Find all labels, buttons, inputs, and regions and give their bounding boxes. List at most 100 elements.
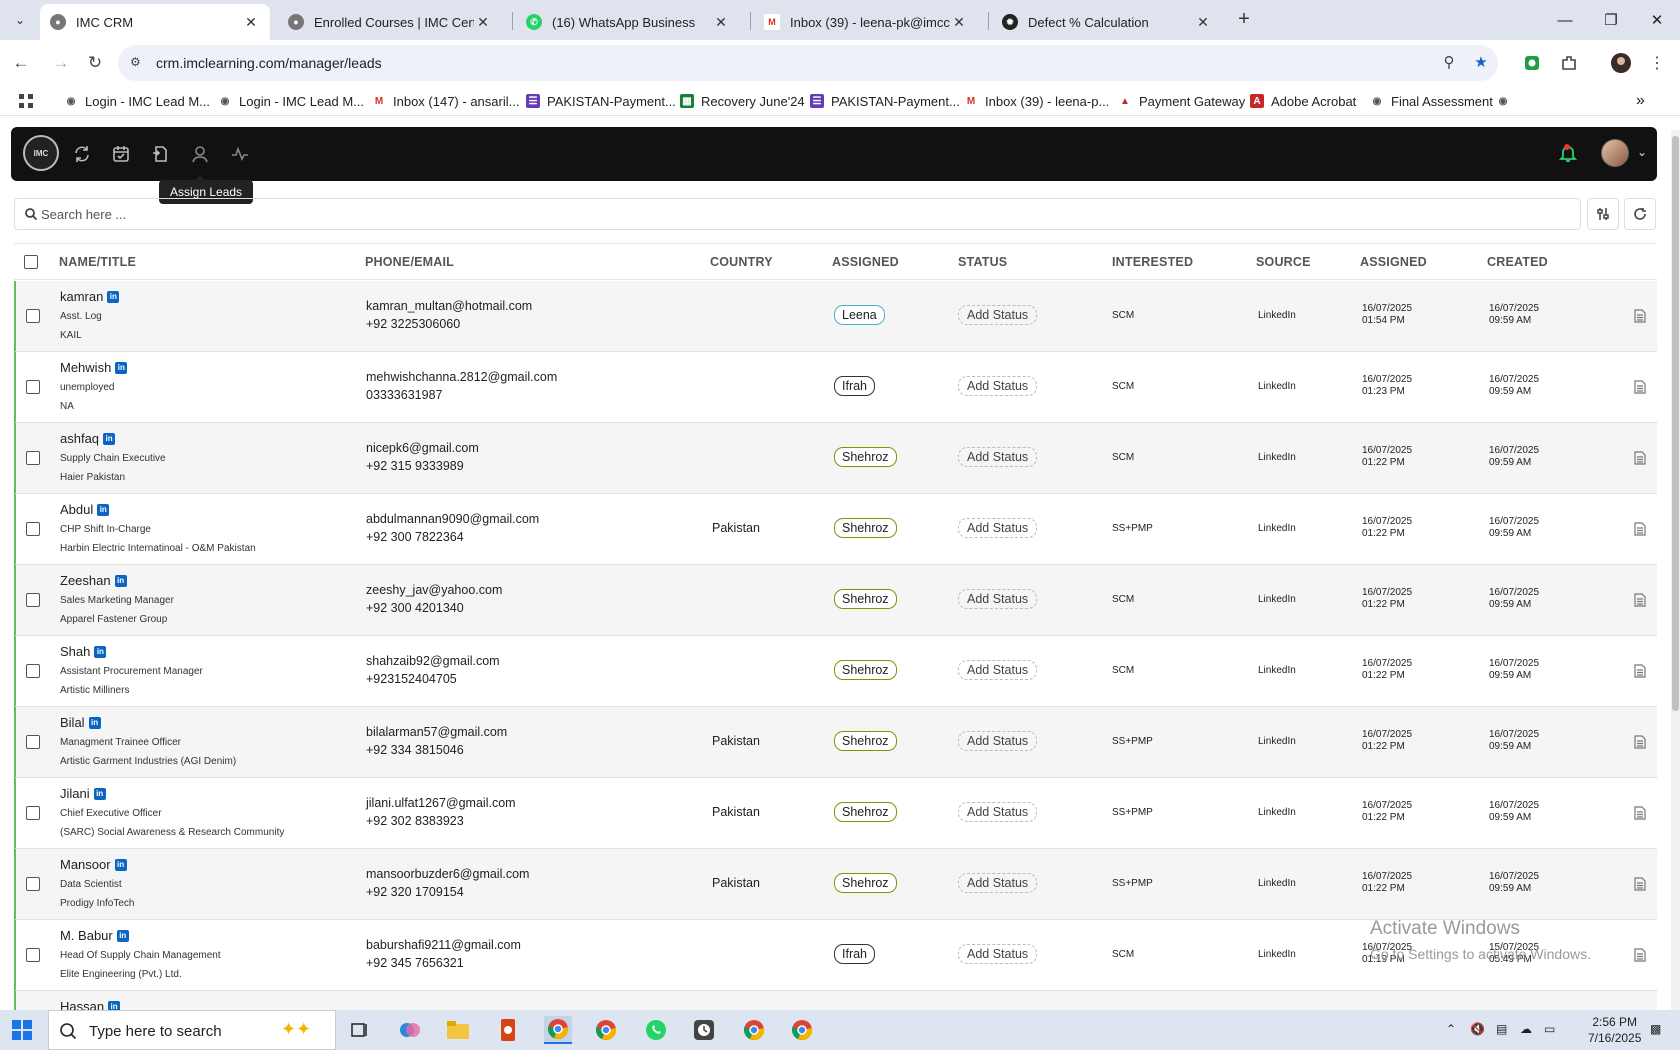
linkedin-icon[interactable]: in — [108, 1000, 121, 1010]
lead-email[interactable]: kamran_multan@hotmail.com — [366, 299, 532, 313]
document-icon[interactable] — [1634, 806, 1646, 820]
bookmark-overflow-item[interactable]: ◉ — [1496, 91, 1517, 111]
lead-email[interactable]: bilalarman57@gmail.com — [366, 725, 507, 739]
document-icon[interactable] — [1634, 380, 1646, 394]
document-swap-icon[interactable] — [149, 143, 171, 165]
restore-icon[interactable]: ❐ — [1588, 0, 1634, 40]
lead-name[interactable]: Bilal — [60, 715, 85, 730]
linkedin-icon[interactable]: in — [107, 290, 120, 303]
assignee-badge[interactable]: Leena — [834, 305, 885, 325]
bookmark-item[interactable]: ◉ Login - IMC Lead M... — [64, 91, 210, 111]
document-icon[interactable] — [1634, 522, 1646, 536]
lead-email[interactable]: nicepk6@gmail.com — [366, 441, 479, 455]
lead-name-cell[interactable]: Shah in — [60, 644, 107, 659]
assignee-badge[interactable]: Shehroz — [834, 802, 897, 822]
assignee-badge[interactable]: Shehroz — [834, 518, 897, 538]
lead-name[interactable]: ashfaq — [60, 431, 99, 446]
lead-email[interactable]: baburshafi9211@gmail.com — [366, 938, 521, 952]
extensions-puzzle-icon[interactable] — [1558, 52, 1580, 74]
lead-phone[interactable]: +92 320 1709154 — [366, 885, 464, 899]
network-icon[interactable]: ▤ — [1496, 1022, 1507, 1036]
chrome-profile-icon[interactable] — [592, 1016, 620, 1044]
lead-name[interactable]: Shah — [60, 644, 90, 659]
close-icon[interactable]: ✕ — [1194, 14, 1212, 31]
tray-chevron-up-icon[interactable]: ⌃ — [1446, 1022, 1456, 1036]
column-header[interactable]: COUNTRY — [710, 255, 773, 269]
lead-name-cell[interactable]: Jilani in — [60, 786, 106, 801]
assignee-badge[interactable]: Shehroz — [834, 589, 897, 609]
lead-name-cell[interactable]: Zeeshan in — [60, 573, 127, 588]
lead-phone[interactable]: +92 3225306060 — [366, 317, 460, 331]
filter-settings-button[interactable] — [1587, 198, 1619, 230]
linkedin-icon[interactable]: in — [88, 716, 101, 729]
column-header[interactable]: ASSIGNED — [832, 255, 899, 269]
user-avatar[interactable] — [1601, 139, 1629, 167]
onedrive-icon[interactable]: ☁ — [1520, 1022, 1532, 1036]
lead-email[interactable]: shahzaib92@gmail.com — [366, 654, 500, 668]
display-icon[interactable]: ▭ — [1544, 1022, 1555, 1036]
minimize-icon[interactable]: — — [1542, 0, 1588, 40]
tab-search-icon[interactable]: ⌄ — [8, 8, 32, 32]
bookmark-item[interactable]: ▲ Payment Gateway — [1118, 91, 1245, 111]
windows-start-icon[interactable] — [12, 1020, 32, 1040]
lead-phone[interactable]: +92 300 7822364 — [366, 530, 464, 544]
lead-name-cell[interactable]: Bilal in — [60, 715, 101, 730]
lead-email[interactable]: jilani.ulfat1267@gmail.com — [366, 796, 516, 810]
imc-logo[interactable]: IMC — [23, 135, 59, 171]
lead-name[interactable]: Hassan — [60, 999, 104, 1010]
linkedin-icon[interactable]: in — [114, 574, 127, 587]
row-checkbox[interactable] — [26, 664, 40, 678]
assignee-badge[interactable]: Shehroz — [834, 731, 897, 751]
zoom-icon[interactable]: ⚲ — [1438, 53, 1460, 75]
add-status-button[interactable]: Add Status — [958, 518, 1038, 538]
bookmarks-more-icon[interactable]: » — [1636, 91, 1645, 111]
add-status-button[interactable]: Add Status — [958, 447, 1038, 467]
lead-name[interactable]: kamran — [60, 289, 103, 304]
table-row[interactable]: Hassan in — [14, 991, 1657, 1010]
url-text[interactable]: crm.imclearning.com/manager/leads — [156, 55, 382, 71]
column-header[interactable]: ASSIGNED — [1360, 255, 1427, 269]
browser-menu-icon[interactable]: ⋮ — [1646, 52, 1668, 74]
select-all-checkbox[interactable] — [24, 255, 38, 269]
taskbar-search[interactable]: Type here to search ✦✦ — [48, 1010, 336, 1050]
lead-name[interactable]: Mansoor — [60, 857, 111, 872]
profile-avatar-icon[interactable] — [1610, 52, 1632, 74]
add-status-button[interactable]: Add Status — [958, 305, 1038, 325]
lead-phone[interactable]: +923152404705 — [366, 672, 457, 686]
bookmark-item[interactable]: ☰ PAKISTAN-Payment... — [810, 91, 960, 111]
lead-phone[interactable]: +92 302 8383923 — [366, 814, 464, 828]
search-input[interactable] — [41, 203, 1541, 225]
lead-name-cell[interactable]: kamran in — [60, 289, 120, 304]
row-checkbox[interactable] — [26, 380, 40, 394]
tab-gmail-inbox[interactable]: M Inbox (39) - leena-pk@imccertifi ✕ — [754, 4, 978, 40]
copilot-icon[interactable] — [396, 1016, 424, 1044]
linkedin-icon[interactable]: in — [93, 787, 106, 800]
refresh-button[interactable] — [1624, 198, 1656, 230]
apps-grid-icon[interactable] — [18, 91, 34, 111]
lead-email[interactable]: abdulmannan9090@gmail.com — [366, 512, 539, 526]
bookmark-item[interactable]: M Inbox (39) - leena-p... — [964, 91, 1109, 111]
clock-app-icon[interactable] — [690, 1016, 718, 1044]
whatsapp-icon[interactable] — [642, 1016, 670, 1044]
lead-phone[interactable]: +92 334 3815046 — [366, 743, 464, 757]
linkedin-icon[interactable]: in — [97, 503, 110, 516]
bookmark-item[interactable]: ☰ PAKISTAN-Payment... — [526, 91, 676, 111]
page-scrollbar[interactable] — [1671, 130, 1680, 1010]
bookmark-item[interactable]: M Inbox (147) - ansaril... — [372, 91, 520, 111]
document-icon[interactable] — [1634, 593, 1646, 607]
add-status-button[interactable]: Add Status — [958, 944, 1038, 964]
add-status-button[interactable]: Add Status — [958, 589, 1038, 609]
lead-name-cell[interactable]: Hassan in — [60, 999, 121, 1010]
row-checkbox[interactable] — [26, 735, 40, 749]
close-icon[interactable]: ✕ — [712, 14, 730, 31]
linkedin-icon[interactable]: in — [116, 929, 129, 942]
document-icon[interactable] — [1634, 309, 1646, 323]
row-checkbox[interactable] — [26, 522, 40, 536]
chevron-down-icon[interactable]: ⌄ — [1637, 145, 1647, 159]
assignee-badge[interactable]: Ifrah — [834, 376, 876, 396]
document-icon[interactable] — [1634, 664, 1646, 678]
add-status-button[interactable]: Add Status — [958, 802, 1038, 822]
lead-name-cell[interactable]: Mehwish in — [60, 360, 128, 375]
linkedin-icon[interactable]: in — [94, 645, 107, 658]
lead-name[interactable]: Jilani — [60, 786, 90, 801]
